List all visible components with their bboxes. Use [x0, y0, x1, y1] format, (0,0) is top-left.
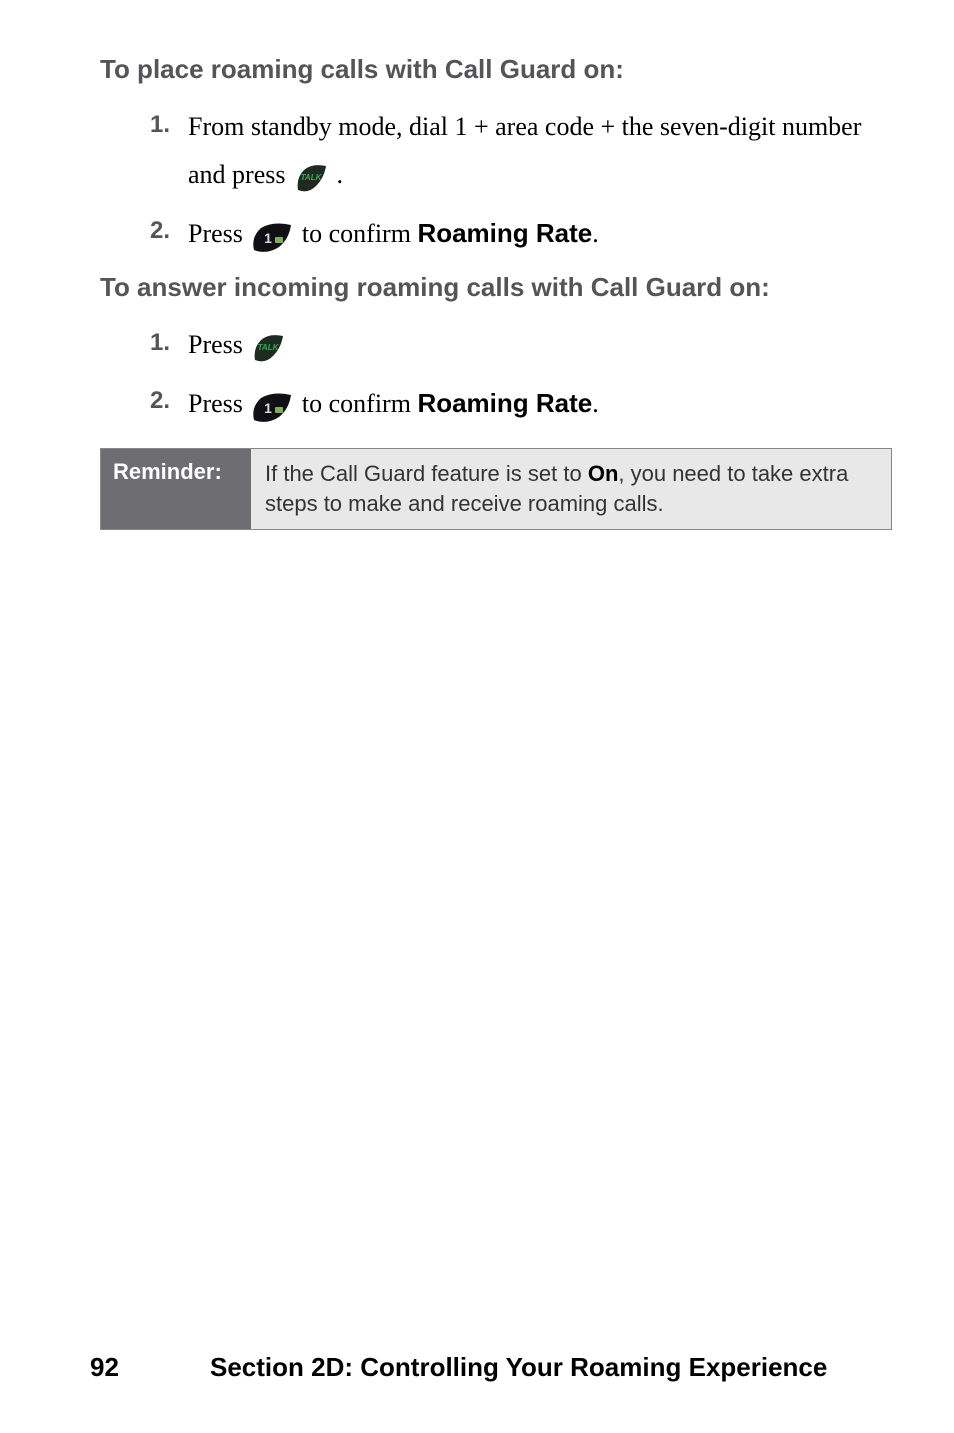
roaming-rate-label: Roaming Rate [417, 388, 592, 418]
step-number: 1. [130, 321, 188, 365]
one-key-icon: 1 [251, 221, 293, 251]
step-text: Press 1 to confirm Roaming Rate. [188, 209, 884, 258]
step-number: 1. [130, 103, 188, 147]
step-text: Press 1 to confirm Roaming Rate. [188, 379, 884, 428]
step-text: From standby mode, dial 1 + area code + … [188, 103, 884, 199]
one-key-icon: 1 [251, 391, 293, 421]
page-footer: 92 Section 2D: Controlling Your Roaming … [90, 1352, 884, 1383]
answer-step-1: 1. Press TALK [130, 321, 884, 369]
roaming-rate-label: Roaming Rate [417, 218, 592, 248]
answer-step-2: 2. Press 1 to confirm Roaming Rate. [130, 379, 884, 428]
answer-calls-heading: To answer incoming roaming calls with Ca… [100, 272, 884, 303]
page-container: To place roaming calls with Call Guard o… [0, 0, 954, 1433]
reminder-body: If the Call Guard feature is set to On, … [251, 449, 891, 528]
svg-text:TALK: TALK [258, 343, 280, 352]
talk-key-icon: TALK [294, 162, 328, 192]
svg-text:TALK: TALK [301, 173, 323, 182]
page-number: 92 [90, 1352, 210, 1383]
reminder-box: Reminder: If the Call Guard feature is s… [100, 448, 892, 529]
step-text-mid: to confirm [302, 219, 418, 248]
step-text-post: . [592, 219, 599, 248]
step-text: Press TALK [188, 321, 884, 369]
section-title: Section 2D: Controlling Your Roaming Exp… [210, 1352, 827, 1383]
place-calls-heading: To place roaming calls with Call Guard o… [100, 54, 884, 85]
step-number: 2. [130, 379, 188, 423]
reminder-label: Reminder: [101, 449, 251, 528]
place-step-1: 1. From standby mode, dial 1 + area code… [130, 103, 884, 199]
reminder-body-bold: On [588, 461, 619, 486]
svg-text:1: 1 [265, 400, 273, 416]
step-number: 2. [130, 209, 188, 253]
step-text-post: . [592, 389, 599, 418]
place-step-2: 2. Press 1 to confirm Roaming Rate. [130, 209, 884, 258]
svg-text:1: 1 [265, 230, 273, 246]
step-text-pre: Press [188, 330, 249, 359]
step-text-pre: Press [188, 389, 249, 418]
step-text-pre: From standby mode, dial 1 + area code + … [188, 112, 861, 189]
step-text-mid: to confirm [302, 389, 418, 418]
step-text-pre: Press [188, 219, 249, 248]
talk-key-icon: TALK [251, 332, 285, 362]
reminder-body-pre: If the Call Guard feature is set to [265, 461, 588, 486]
step-text-post: . [336, 160, 343, 189]
